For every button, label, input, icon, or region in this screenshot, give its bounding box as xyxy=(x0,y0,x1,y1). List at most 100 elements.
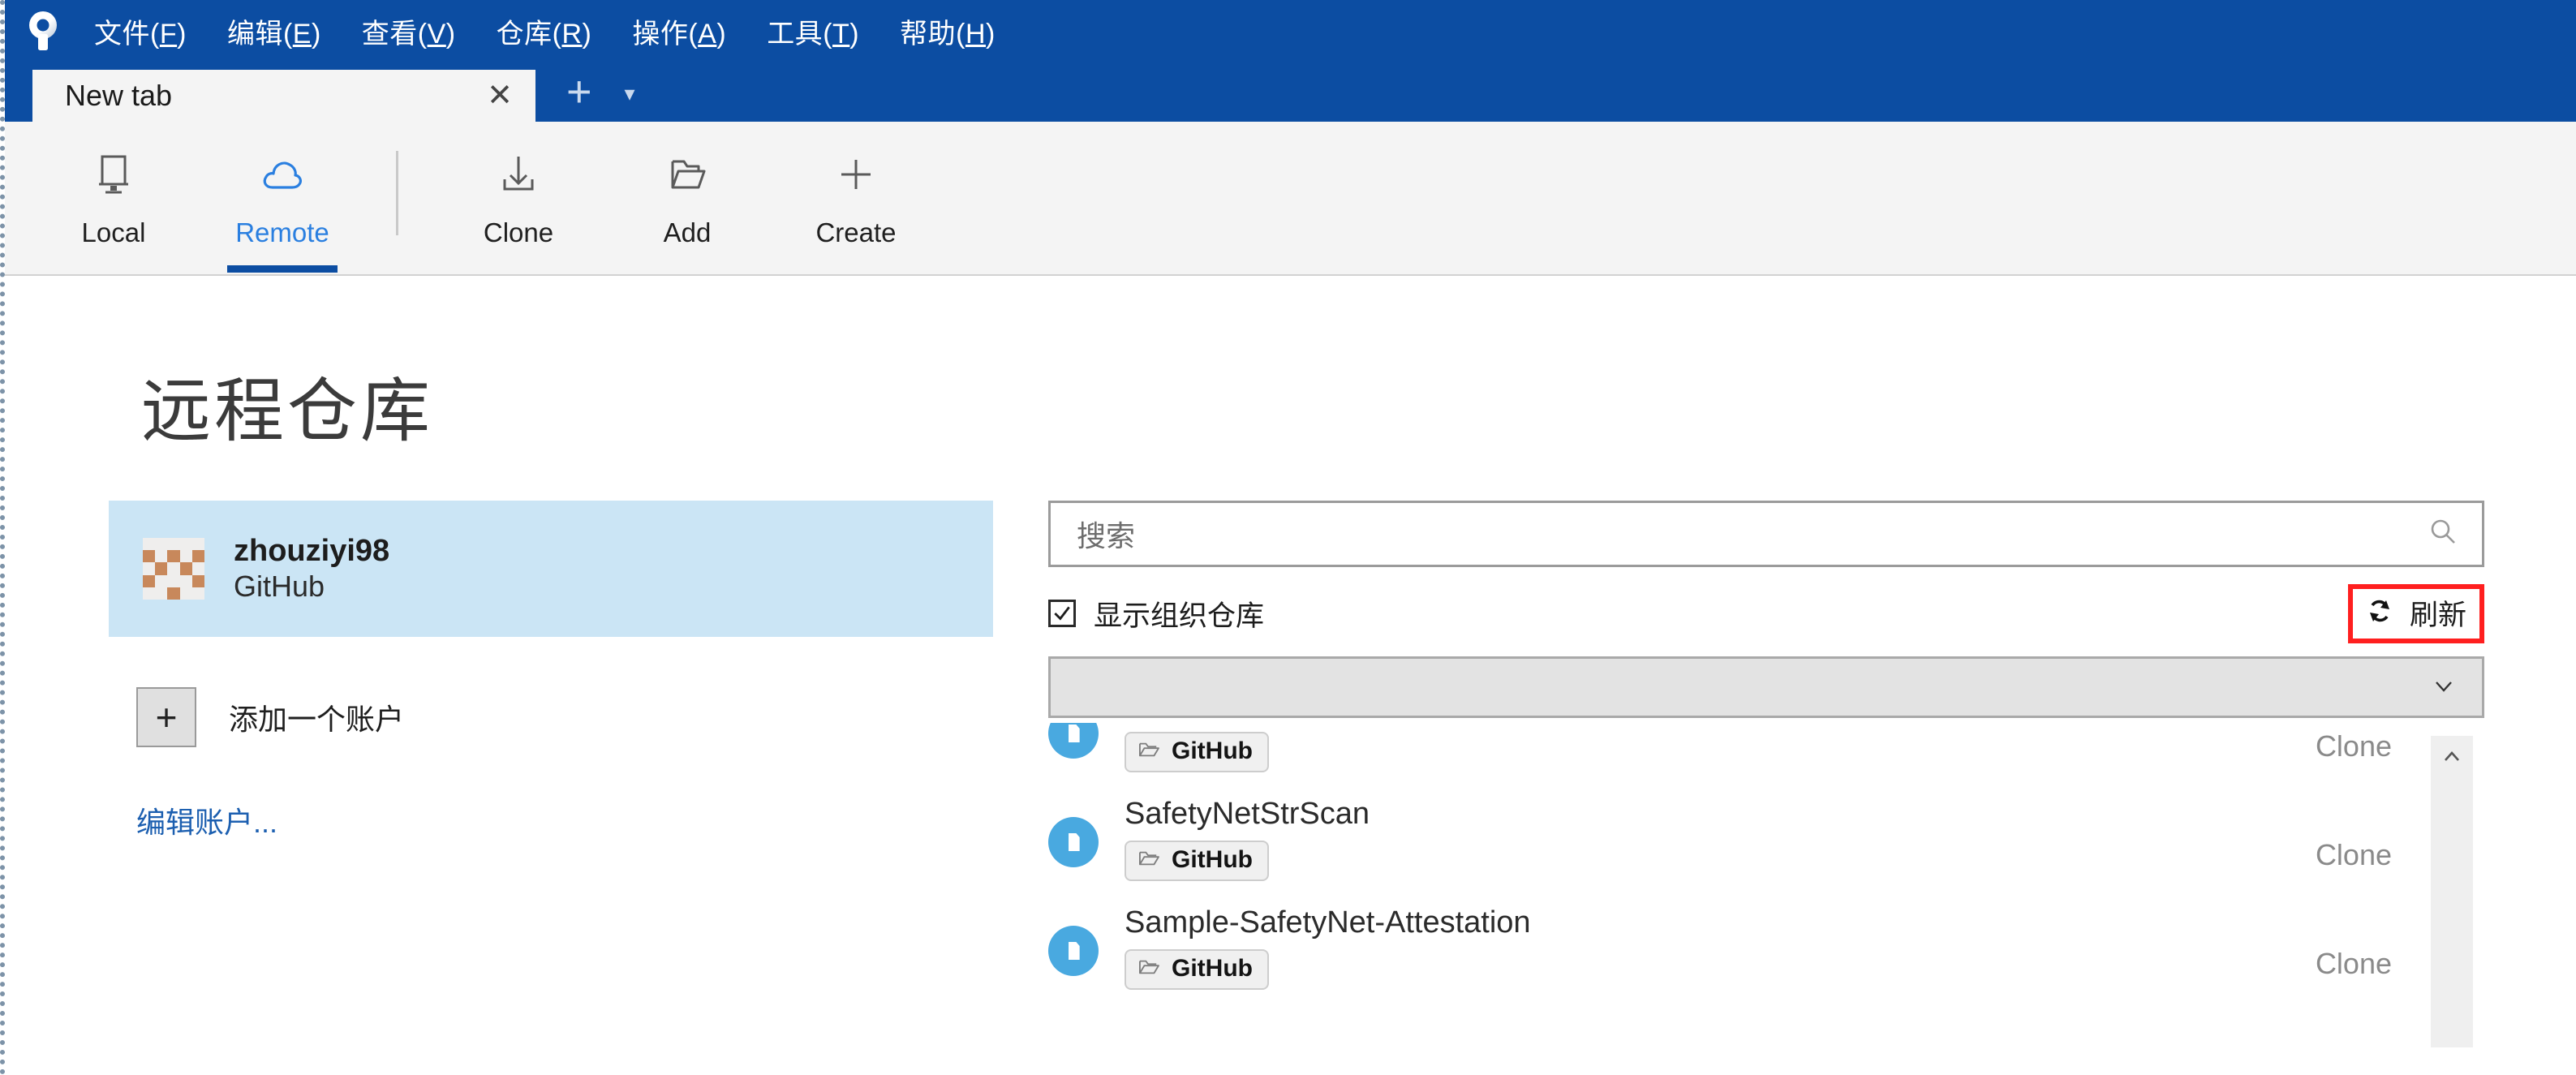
plus-icon: + xyxy=(136,687,196,747)
close-icon[interactable]: ✕ xyxy=(482,80,518,111)
menu-item-view[interactable]: 查看(V) xyxy=(355,8,462,54)
toolbar-button-create-label: Create xyxy=(815,217,897,247)
show-org-repos-label: 显示组织仓库 xyxy=(1094,600,1265,632)
toolbar-button-local[interactable]: Local xyxy=(29,122,198,273)
tab-bar: New tab ✕ + ▾ xyxy=(5,62,2576,122)
repository-name: Sample-SafetyNet-Attestation xyxy=(1125,905,1531,940)
list-item[interactable]: PaperNotes GitHub xyxy=(1048,723,2410,794)
list-item[interactable]: Sample-SafetyNet-Attestation GitHub Clon… xyxy=(1048,903,2410,1012)
account-name: zhouziyi98 xyxy=(234,534,390,569)
search-placeholder: 搜索 xyxy=(1077,519,1136,553)
menu-item-tools[interactable]: 工具(T) xyxy=(760,8,866,54)
accounts-panel: zhouziyi98 GitHub + 添加一个账户 编辑账户... xyxy=(109,501,993,1047)
menu-item-tools-mnemonic: T xyxy=(832,18,850,49)
menu-items: 文件(F) 编辑(E) 查看(V) 仓库(R) 操作(A) 工具(T) 帮助(H… xyxy=(88,8,1002,54)
account-text: zhouziyi98 GitHub xyxy=(234,533,389,604)
application-window: 文件(F) 编辑(E) 查看(V) 仓库(R) 操作(A) 工具(T) 帮助(H… xyxy=(0,0,2576,1075)
toolbar-button-add[interactable]: Add xyxy=(603,122,772,273)
search-icon xyxy=(2427,516,2459,553)
active-tab-indicator xyxy=(227,265,338,273)
repository-info: SafetyNetStrScan GitHub xyxy=(1125,794,2316,882)
add-account-button[interactable]: + 添加一个账户 xyxy=(136,687,993,747)
menu-item-repository-label: 仓库 xyxy=(496,18,553,49)
repository-info: Sample-SafetyNet-Attestation GitHub xyxy=(1125,903,2316,991)
add-account-label: 添加一个账户 xyxy=(229,703,405,736)
menu-item-tools-label: 工具 xyxy=(767,18,824,49)
folder-open-icon xyxy=(1137,957,1160,981)
repository-host-tag: GitHub xyxy=(1125,949,1269,991)
repository-list: PaperNotes GitHub xyxy=(1048,723,2484,1047)
menu-item-help-label: 帮助 xyxy=(900,18,957,49)
menu-item-edit[interactable]: 编辑(E) xyxy=(221,8,328,54)
refresh-label: 刷新 xyxy=(2409,599,2466,631)
toolbar-button-create[interactable]: Create xyxy=(772,122,940,273)
repository-list-scroll-content: PaperNotes GitHub xyxy=(1048,723,2410,1012)
cloud-icon xyxy=(256,144,308,204)
repository-icon xyxy=(1048,926,1099,976)
repository-filter-select[interactable] xyxy=(1048,656,2484,718)
tab-title: New tab xyxy=(65,79,173,112)
repository-list-scrollbar[interactable] xyxy=(2431,736,2473,1047)
repository-icon xyxy=(1048,817,1099,867)
repository-host-tag: GitHub xyxy=(1125,841,1269,882)
folder-open-icon xyxy=(1137,740,1160,763)
repository-host-tag: GitHub xyxy=(1125,732,1269,773)
menu-item-repository[interactable]: 仓库(R) xyxy=(490,8,599,54)
identicon-avatar xyxy=(143,538,204,600)
menu-item-repository-mnemonic: R xyxy=(561,18,583,49)
toolbar-button-local-label: Local xyxy=(81,217,146,247)
toolbar-button-remote-label: Remote xyxy=(235,217,329,247)
download-icon xyxy=(494,144,543,204)
toolbar-button-remote[interactable]: Remote xyxy=(198,122,367,273)
repository-host-label: GitHub xyxy=(1172,846,1253,874)
chevron-down-icon xyxy=(2433,675,2454,700)
account-host: GitHub xyxy=(234,570,325,604)
menu-item-actions-mnemonic: A xyxy=(698,18,717,49)
refresh-icon xyxy=(2366,597,2393,629)
chevron-up-icon[interactable] xyxy=(2431,736,2473,778)
page-body: 远程仓库 zhouziyi98 GitHub + 添加一个账户 编辑账户... … xyxy=(5,354,2576,1047)
toolbar-button-clone[interactable]: Clone xyxy=(434,122,603,273)
repositories-panel: 搜索 显示组织仓库 刷新 GitHub Clone SafetyNetStrSc… xyxy=(1048,501,2484,1047)
folder-icon xyxy=(663,144,712,204)
repository-name: SafetyNetStrScan xyxy=(1125,797,1370,831)
repository-icon xyxy=(1048,723,1099,759)
clone-link[interactable]: Clone xyxy=(2316,838,2410,872)
toolbar-divider xyxy=(396,151,398,235)
clone-link[interactable]: Clone xyxy=(2316,947,2410,981)
show-org-repos-checkbox[interactable]: 显示组织仓库 xyxy=(1048,593,1264,634)
page-title: 远程仓库 xyxy=(141,372,433,450)
toolbar-button-clone-label: Clone xyxy=(483,217,554,247)
menu-item-help-mnemonic: H xyxy=(965,18,987,49)
menu-item-actions-label: 操作 xyxy=(632,18,689,49)
menu-item-file[interactable]: 文件(F) xyxy=(88,8,193,54)
menu-item-help[interactable]: 帮助(H) xyxy=(893,8,1002,54)
search-input[interactable]: 搜索 xyxy=(1048,501,2484,567)
menu-item-edit-label: 编辑 xyxy=(226,18,283,49)
chevron-down-icon[interactable]: ▾ xyxy=(625,83,635,104)
menu-item-file-label: 文件 xyxy=(94,18,150,49)
menu-bar: 文件(F) 编辑(E) 查看(V) 仓库(R) 操作(A) 工具(T) 帮助(H… xyxy=(5,0,2576,62)
menu-item-edit-mnemonic: E xyxy=(292,18,312,49)
toolbar-button-add-label: Add xyxy=(663,217,712,247)
menu-item-view-mnemonic: V xyxy=(427,18,446,49)
monitor-icon xyxy=(89,144,138,204)
checkbox-box xyxy=(1048,600,1076,627)
menu-item-view-label: 查看 xyxy=(361,18,418,49)
repository-info: PaperNotes GitHub xyxy=(1125,723,2316,773)
clone-link[interactable]: Clone xyxy=(2316,729,2410,763)
content-area: zhouziyi98 GitHub + 添加一个账户 编辑账户... 搜索 显示… xyxy=(5,501,2576,1047)
plus-icon xyxy=(832,144,880,204)
list-item[interactable]: SafetyNetStrScan GitHub Clone xyxy=(1048,794,2410,903)
sourcetree-logo-icon xyxy=(19,7,67,54)
main-toolbar: Local Remote Clone Add Create xyxy=(5,122,2576,276)
repository-host-label: GitHub xyxy=(1172,737,1253,765)
plus-glyph: + xyxy=(155,696,178,738)
plus-icon[interactable]: + xyxy=(566,70,592,114)
account-card-zhouziyi98[interactable]: zhouziyi98 GitHub xyxy=(109,501,993,637)
menu-item-actions[interactable]: 操作(A) xyxy=(626,8,733,54)
refresh-button[interactable]: 刷新 xyxy=(2347,583,2484,643)
repository-host-label: GitHub xyxy=(1172,955,1253,983)
tab-new-tab[interactable]: New tab ✕ xyxy=(32,70,535,122)
edit-account-link[interactable]: 编辑账户... xyxy=(136,799,277,841)
